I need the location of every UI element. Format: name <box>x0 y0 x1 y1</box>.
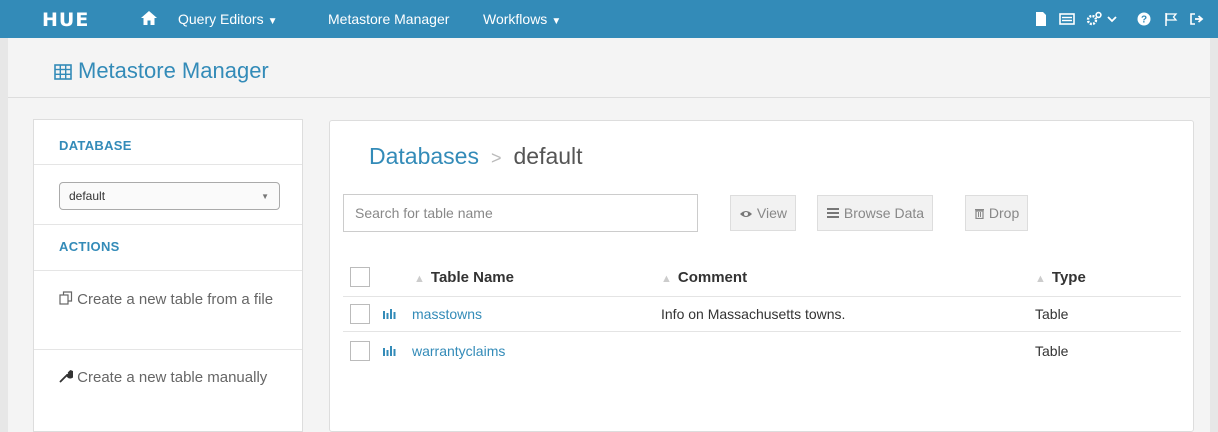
table-type: Table <box>1035 343 1069 359</box>
divider <box>34 224 302 225</box>
row-divider <box>343 331 1181 332</box>
tables-panel: Databases>default View Browse Data Drop … <box>329 120 1194 432</box>
files-icon <box>59 291 73 305</box>
view-button[interactable]: View <box>730 195 796 231</box>
list-icon[interactable] <box>1059 11 1075 27</box>
help-icon[interactable]: ? <box>1136 11 1152 27</box>
sort-icon: ▲ <box>661 273 672 285</box>
nav-workflows[interactable]: Workflows ▼ <box>483 11 561 27</box>
page-title: Metastore Manager <box>54 58 269 84</box>
database-select[interactable]: default ▼ <box>59 182 280 210</box>
chevron-down-icon: ▼ <box>261 192 269 201</box>
breadcrumb-separator: > <box>490 148 502 168</box>
sign-out-icon[interactable] <box>1189 11 1205 27</box>
create-table-from-file-link[interactable]: Create a new table from a file <box>59 287 289 312</box>
chevron-down-icon: ▼ <box>551 16 562 27</box>
breadcrumb-databases-link[interactable]: Databases <box>369 143 479 169</box>
create-table-manually-link[interactable]: Create a new table manually <box>59 365 289 390</box>
sort-icon: ▲ <box>414 273 425 285</box>
sidebar: DATABASE default ▼ ACTIONS Create a new … <box>33 119 303 432</box>
page-header: Metastore Manager <box>8 38 1210 98</box>
table-grid-icon <box>54 64 72 80</box>
wrench-icon <box>59 370 75 383</box>
breadcrumb-current: default <box>513 143 583 169</box>
svg-text:?: ? <box>1141 15 1147 26</box>
list-icon <box>827 208 839 218</box>
chevron-down-icon: ▼ <box>267 16 278 27</box>
chevron-down-icon[interactable] <box>1106 11 1118 27</box>
file-icon[interactable] <box>1033 11 1049 27</box>
flag-icon[interactable] <box>1163 11 1179 27</box>
row-checkbox[interactable] <box>350 341 370 361</box>
column-header-table-name[interactable]: ▲ Table Name <box>414 269 514 286</box>
column-header-type[interactable]: ▲ Type <box>1035 269 1086 286</box>
table-search-input[interactable] <box>343 194 698 232</box>
table-icon <box>383 346 396 356</box>
trash-icon <box>975 209 984 220</box>
breadcrumb: Databases > default <box>369 143 583 170</box>
home-icon[interactable] <box>140 9 158 27</box>
table-name-link[interactable]: masstowns <box>412 306 482 322</box>
top-navbar: HUE Query Editors ▼ Metastore Manager Wor… <box>0 0 1218 38</box>
table-comment: Info on Massachusetts towns. <box>661 306 846 322</box>
table-icon <box>383 309 396 319</box>
divider <box>34 164 302 165</box>
divider <box>34 270 302 271</box>
hue-logo[interactable]: HUE <box>42 9 89 31</box>
column-header-comment[interactable]: ▲ Comment <box>661 269 747 286</box>
drop-button[interactable]: Drop <box>965 195 1029 231</box>
cogs-icon[interactable] <box>1086 11 1102 27</box>
eye-icon <box>740 211 752 217</box>
nav-query-editors[interactable]: Query Editors ▼ <box>178 11 278 27</box>
browse-data-button[interactable]: Browse Data <box>817 195 934 231</box>
table-type: Table <box>1035 306 1069 322</box>
actions-heading: ACTIONS <box>59 239 120 254</box>
database-heading: DATABASE <box>59 138 132 153</box>
row-checkbox[interactable] <box>350 304 370 324</box>
table-name-link[interactable]: warrantyclaims <box>412 343 505 359</box>
sort-icon: ▲ <box>1035 273 1046 285</box>
nav-metastore-manager[interactable]: Metastore Manager <box>328 11 449 27</box>
select-all-checkbox[interactable] <box>350 267 370 287</box>
divider <box>34 349 302 350</box>
header-divider <box>343 296 1181 297</box>
